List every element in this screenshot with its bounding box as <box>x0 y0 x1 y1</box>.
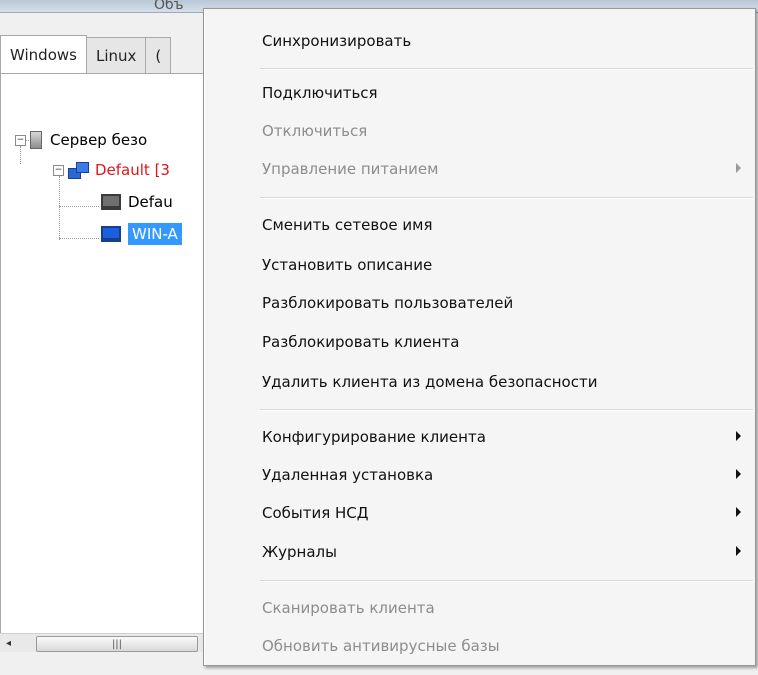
computer-offline-icon <box>101 194 121 210</box>
menu-item-label: Разблокировать пользователей <box>262 294 514 312</box>
submenu-arrow-icon <box>736 546 741 556</box>
submenu-arrow-icon <box>736 431 741 441</box>
network-group-icon <box>68 161 89 179</box>
menu-item-unlock-client[interactable]: Разблокировать клиента <box>204 325 755 359</box>
menu-item-label: Установить описание <box>262 256 433 274</box>
menu-item-remove-client[interactable]: Удалить клиента из домена безопасности <box>204 365 755 399</box>
menu-separator <box>260 68 753 70</box>
collapse-icon[interactable]: − <box>15 134 26 146</box>
menu-item-disconnect[interactable]: Отключиться <box>204 114 755 148</box>
security-tree: − Сервер безо − Default [3 Defau WIN-A <box>0 74 211 634</box>
menu-item-configure-client[interactable]: Конфигурирование клиента <box>204 420 755 454</box>
context-menu: Синхронизировать Подключиться Отключитьс… <box>203 8 756 666</box>
tab-windows[interactable]: Windows <box>0 35 87 74</box>
menu-separator <box>260 197 753 199</box>
menu-item-label: Сканировать клиента <box>262 599 435 617</box>
menu-item-set-description[interactable]: Установить описание <box>204 248 755 282</box>
tree-node-client[interactable]: Defau <box>101 190 173 214</box>
tree-node-server[interactable]: − Сервер безо <box>15 128 147 152</box>
server-icon <box>30 131 42 149</box>
menu-item-power-management[interactable]: Управление питанием <box>204 152 755 186</box>
menu-item-label: Журналы <box>262 543 337 561</box>
tree-connector <box>59 238 99 239</box>
tree-node-label: Defau <box>128 193 173 211</box>
menu-item-scan-client[interactable]: Сканировать клиента <box>204 591 755 625</box>
menu-separator <box>260 409 753 411</box>
group-box-title: Объ <box>154 0 184 13</box>
tab-linux[interactable]: Linux <box>85 37 147 73</box>
scroll-left-button[interactable]: ◂ <box>0 634 17 652</box>
os-tabs: Windows Linux ( <box>0 35 172 74</box>
tree-connector <box>59 206 99 207</box>
menu-item-label: Разблокировать клиента <box>262 333 460 351</box>
menu-item-label: Синхронизировать <box>262 32 412 50</box>
menu-item-update-av-bases[interactable]: Обновить антивирусные базы <box>204 629 755 663</box>
submenu-arrow-icon <box>736 163 741 173</box>
tree-node-group[interactable]: − Default [3 <box>53 158 170 182</box>
menu-item-label: Обновить антивирусные базы <box>262 637 500 655</box>
menu-item-label: Управление питанием <box>262 160 439 178</box>
menu-item-label: Отключиться <box>262 122 368 140</box>
tree-node-client-selected[interactable]: WIN-A <box>101 222 182 246</box>
tree-connector <box>59 176 60 240</box>
menu-item-remote-install[interactable]: Удаленная установка <box>204 458 755 492</box>
menu-item-change-network-name[interactable]: Сменить сетевое имя <box>204 208 755 242</box>
scroll-grip-icon: ||| <box>111 638 123 650</box>
menu-item-connect[interactable]: Подключиться <box>204 76 755 110</box>
menu-item-label: Удалить клиента из домена безопасности <box>262 373 598 391</box>
tree-node-label: WIN-A <box>128 223 182 245</box>
menu-item-label: Конфигурирование клиента <box>262 428 486 446</box>
scroll-thumb[interactable]: ||| <box>36 636 198 652</box>
submenu-arrow-icon <box>736 469 741 479</box>
menu-item-unlock-users[interactable]: Разблокировать пользователей <box>204 286 755 320</box>
menu-item-label: Сменить сетевое имя <box>262 216 433 234</box>
tree-node-label: Default [3 <box>95 161 170 179</box>
menu-item-label: Удаленная установка <box>262 466 434 484</box>
tree-node-label: Сервер безо <box>50 131 148 149</box>
menu-item-security-events[interactable]: События НСД <box>204 496 755 530</box>
menu-item-label: События НСД <box>262 504 369 522</box>
submenu-arrow-icon <box>736 507 741 517</box>
horizontal-scrollbar[interactable]: ◂ ||| <box>0 633 210 652</box>
tab-other[interactable]: ( <box>145 37 172 73</box>
menu-item-label: Подключиться <box>262 84 378 102</box>
menu-separator <box>260 580 753 582</box>
menu-item-sync[interactable]: Синхронизировать <box>204 24 755 58</box>
collapse-icon[interactable]: − <box>53 164 64 176</box>
computer-online-icon <box>101 226 121 242</box>
menu-item-logs[interactable]: Журналы <box>204 535 755 569</box>
